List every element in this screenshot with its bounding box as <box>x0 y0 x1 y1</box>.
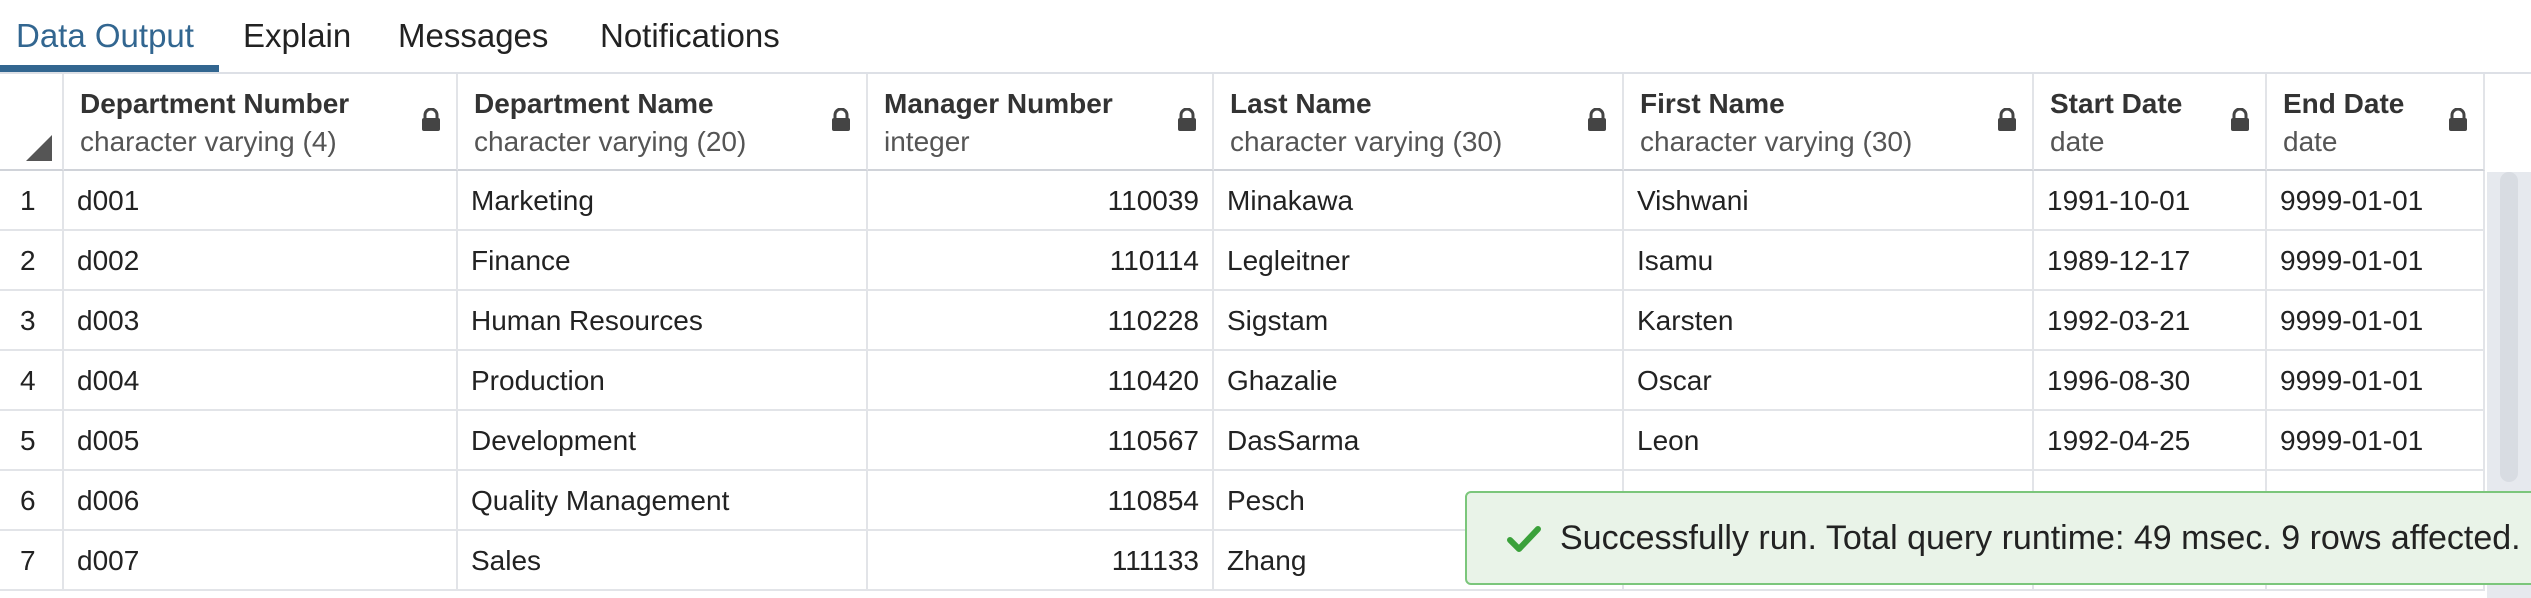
cell-last-name[interactable]: Legleitner <box>1214 231 1624 291</box>
cell-department-number[interactable]: d003 <box>64 291 458 351</box>
lock-icon <box>2449 108 2467 131</box>
row-number[interactable]: 4 <box>0 351 64 411</box>
cell-manager-number[interactable]: 110039 <box>868 171 1214 231</box>
cell-manager-number[interactable]: 110567 <box>868 411 1214 471</box>
column-header-start-date[interactable]: Start Date date <box>2034 74 2267 171</box>
row-number[interactable]: 6 <box>0 471 64 531</box>
row-number[interactable]: 2 <box>0 231 64 291</box>
cell-department-name[interactable]: Development <box>458 411 868 471</box>
cell-last-name[interactable]: Sigstam <box>1214 291 1624 351</box>
row-number[interactable]: 5 <box>0 411 64 471</box>
column-type: character varying (20) <box>474 126 747 157</box>
cell-department-number[interactable]: d005 <box>64 411 458 471</box>
column-type: integer <box>884 126 970 157</box>
lock-icon <box>2231 108 2249 131</box>
cell-end-date[interactable]: 9999-01-01 <box>2267 411 2485 471</box>
toast-message: Successfully run. Total query runtime: 4… <box>1560 519 2521 557</box>
tab-notifications[interactable]: Notifications <box>600 0 780 74</box>
column-name: First Name <box>1640 88 1785 119</box>
cell-department-number[interactable]: d002 <box>64 231 458 291</box>
column-type: character varying (30) <box>1640 126 1913 157</box>
cell-department-name[interactable]: Production <box>458 351 868 411</box>
lock-icon <box>1998 108 2016 131</box>
column-header-department-name[interactable]: Department Name character varying (20) <box>458 74 868 171</box>
check-icon <box>1507 526 1541 552</box>
column-name: Manager Number <box>884 88 1113 119</box>
column-header-manager-number[interactable]: Manager Number integer <box>868 74 1214 171</box>
select-all-corner[interactable] <box>0 74 64 171</box>
tab-data-output[interactable]: Data Output <box>16 0 194 74</box>
tab-messages[interactable]: Messages <box>398 0 548 74</box>
cell-department-name[interactable]: Marketing <box>458 171 868 231</box>
cell-department-name[interactable]: Finance <box>458 231 868 291</box>
lock-icon <box>1178 108 1196 131</box>
cell-end-date[interactable]: 9999-01-01 <box>2267 171 2485 231</box>
cell-last-name[interactable]: DasSarma <box>1214 411 1624 471</box>
cell-manager-number[interactable]: 110114 <box>868 231 1214 291</box>
lock-icon <box>1588 108 1606 131</box>
cell-manager-number[interactable]: 111133 <box>868 531 1214 591</box>
cell-start-date[interactable]: 1992-04-25 <box>2034 411 2267 471</box>
cell-first-name[interactable]: Isamu <box>1624 231 2034 291</box>
cell-department-number[interactable]: d001 <box>64 171 458 231</box>
cell-first-name[interactable]: Vishwani <box>1624 171 2034 231</box>
cell-manager-number[interactable]: 110228 <box>868 291 1214 351</box>
column-header-first-name[interactable]: First Name character varying (30) <box>1624 74 2034 171</box>
cell-start-date[interactable]: 1989-12-17 <box>2034 231 2267 291</box>
lock-icon <box>832 108 850 131</box>
tab-explain[interactable]: Explain <box>243 0 351 74</box>
column-header-department-number[interactable]: Department Number character varying (4) <box>64 74 458 171</box>
column-header-end-date[interactable]: End Date date <box>2267 74 2485 171</box>
cell-end-date[interactable]: 9999-01-01 <box>2267 231 2485 291</box>
column-name: End Date <box>2283 88 2405 119</box>
cell-first-name[interactable]: Oscar <box>1624 351 2034 411</box>
cell-first-name[interactable]: Karsten <box>1624 291 2034 351</box>
result-tabs: Data Output Explain Messages Notificatio… <box>0 0 2531 74</box>
cell-manager-number[interactable]: 110854 <box>868 471 1214 531</box>
column-type: character varying (30) <box>1230 126 1503 157</box>
column-name: Last Name <box>1230 88 1372 119</box>
row-number[interactable]: 1 <box>0 171 64 231</box>
column-type: date <box>2283 126 2338 157</box>
corner-triangle-icon <box>26 135 52 161</box>
column-type: character varying (4) <box>80 126 337 157</box>
cell-end-date[interactable]: 9999-01-01 <box>2267 291 2485 351</box>
cell-department-number[interactable]: d004 <box>64 351 458 411</box>
vertical-scrollbar-thumb[interactable] <box>2500 172 2518 482</box>
lock-icon <box>422 108 440 131</box>
cell-manager-number[interactable]: 110420 <box>868 351 1214 411</box>
cell-department-number[interactable]: d007 <box>64 531 458 591</box>
cell-last-name[interactable]: Minakawa <box>1214 171 1624 231</box>
cell-department-name[interactable]: Human Resources <box>458 291 868 351</box>
cell-department-name[interactable]: Sales <box>458 531 868 591</box>
success-toast[interactable]: Successfully run. Total query runtime: 4… <box>1465 491 2531 585</box>
cell-start-date[interactable]: 1992-03-21 <box>2034 291 2267 351</box>
column-name: Department Name <box>474 88 714 119</box>
cell-last-name[interactable]: Ghazalie <box>1214 351 1624 411</box>
cell-start-date[interactable]: 1996-08-30 <box>2034 351 2267 411</box>
active-tab-indicator <box>0 65 219 72</box>
column-name: Start Date <box>2050 88 2183 119</box>
column-type: date <box>2050 126 2105 157</box>
cell-department-name[interactable]: Quality Management <box>458 471 868 531</box>
row-number[interactable]: 7 <box>0 531 64 591</box>
cell-end-date[interactable]: 9999-01-01 <box>2267 351 2485 411</box>
column-header-last-name[interactable]: Last Name character varying (30) <box>1214 74 1624 171</box>
cell-department-number[interactable]: d006 <box>64 471 458 531</box>
row-number[interactable]: 3 <box>0 291 64 351</box>
cell-first-name[interactable]: Leon <box>1624 411 2034 471</box>
cell-start-date[interactable]: 1991-10-01 <box>2034 171 2267 231</box>
column-name: Department Number <box>80 88 350 119</box>
